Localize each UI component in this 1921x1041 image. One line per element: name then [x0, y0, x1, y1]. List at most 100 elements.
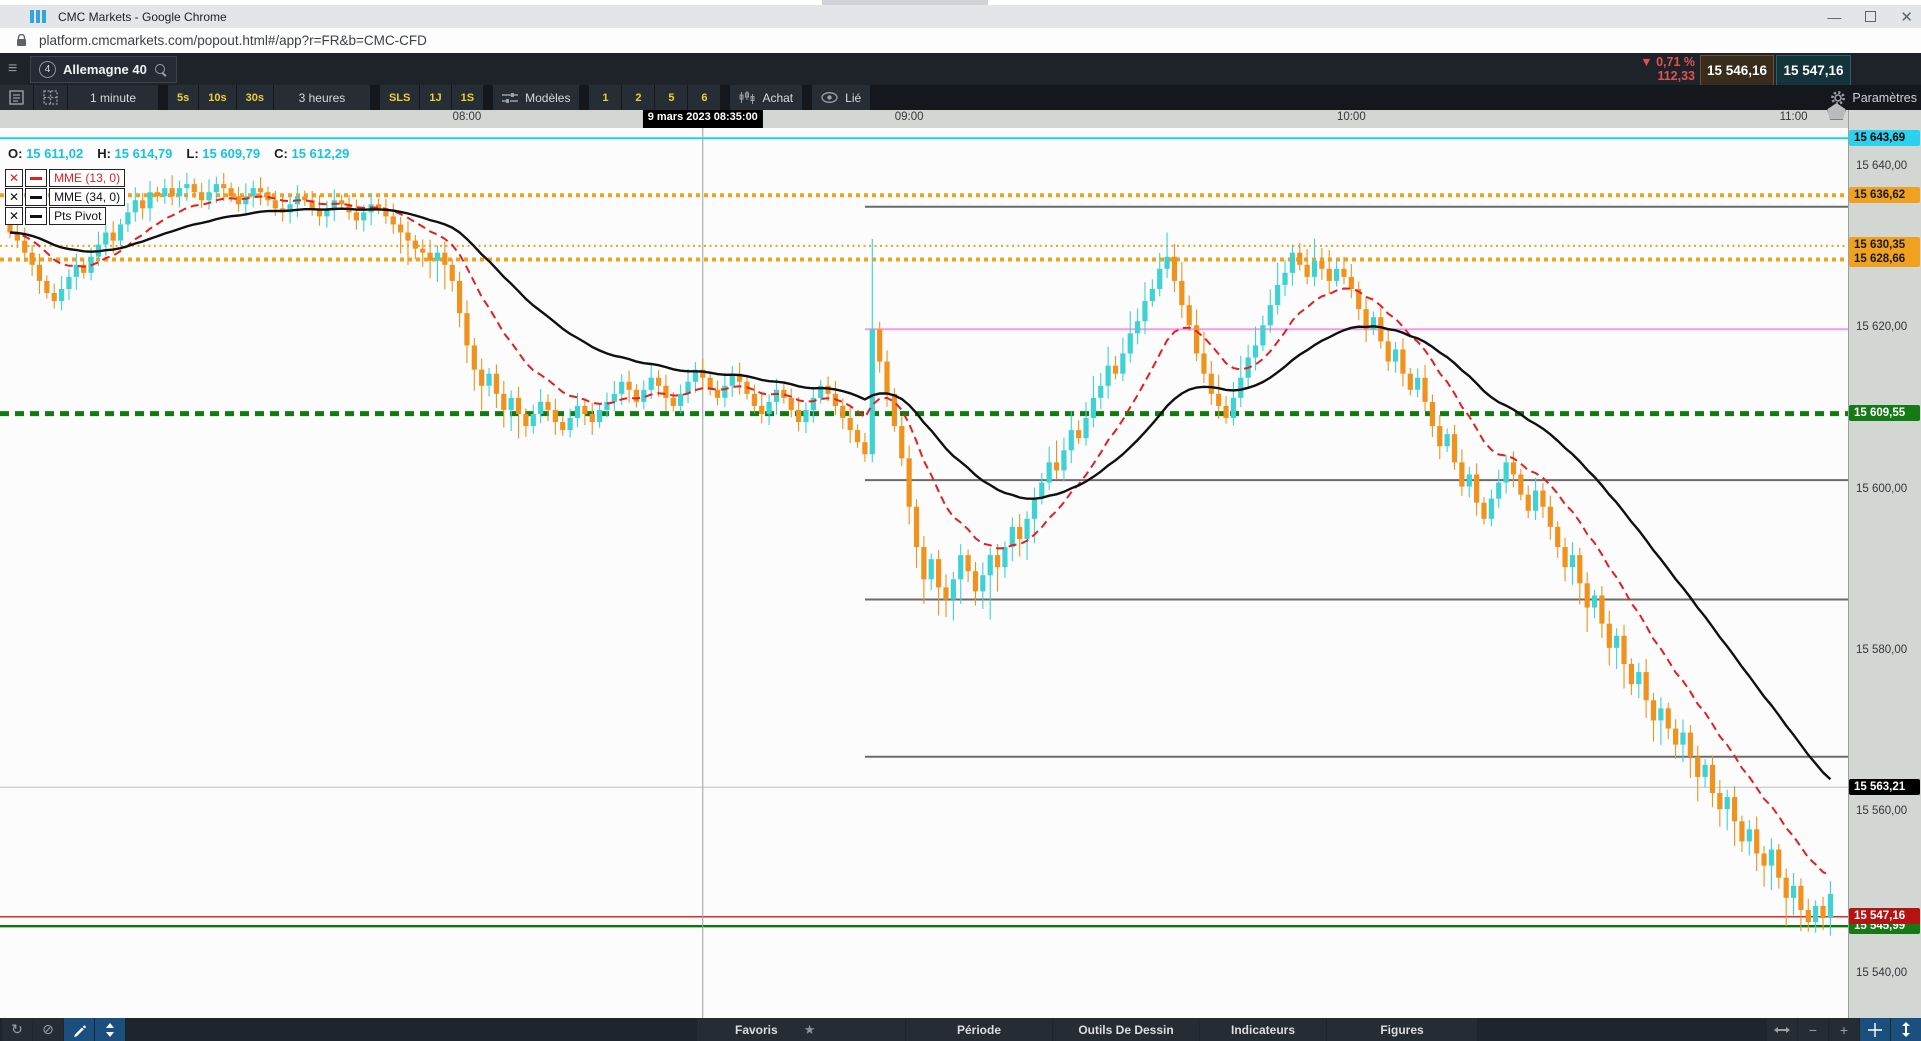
models-button[interactable]: Modèles: [493, 85, 580, 110]
indicator-label[interactable]: Pts Pivot: [49, 207, 107, 225]
time-tick-label: 10:00: [1336, 111, 1366, 123]
zoom-out-button[interactable]: −: [1798, 1018, 1828, 1041]
price-level-badge: 15 547,16: [1849, 908, 1920, 925]
browser-title-bar: CMC Markets - Google Chrome — ✕: [0, 5, 1921, 28]
draw-mode-button[interactable]: [64, 1018, 94, 1041]
disable-drawing-button[interactable]: ⊘: [33, 1018, 63, 1041]
time-tick-label: 09:00: [894, 111, 924, 123]
remove-indicator-button[interactable]: ✕: [5, 188, 24, 206]
price-tick-label: 15 560,00: [1856, 805, 1908, 818]
ohlc-readout: O: 15 611,02 H: 15 614,79 L: 15 609,79 C: 1…: [8, 146, 350, 161]
search-icon[interactable]: [154, 63, 168, 77]
candles-icon: [739, 91, 755, 104]
price-axis[interactable]: 15 640,00 15 620,00 15 600,00 15 580,00 15 5…: [1848, 110, 1921, 1018]
indicator-line-sample: [25, 169, 48, 187]
instrument-selector[interactable]: 4 Allemagne 40: [30, 56, 177, 83]
indicator-label[interactable]: MME (34, 0): [49, 188, 126, 206]
browser-address-bar[interactable]: platform.cmcmarkets.com/popout.html#/app…: [0, 28, 1921, 54]
price-level-badge: 15 609,55: [1849, 405, 1920, 422]
bottom-toolbar: ↻ ⊘ Favoris ★ Période Outils De Dessin In…: [0, 1018, 1921, 1041]
drawing-tools-button[interactable]: Outils De Dessin: [1053, 1018, 1199, 1041]
crosshair-mode-button[interactable]: [1860, 1018, 1890, 1041]
price-tick-label: 15 600,00: [1856, 482, 1908, 495]
model-5-button[interactable]: 5: [655, 85, 688, 110]
cmc-logo-icon: [30, 10, 46, 23]
crosshair-time-tooltip: 9 mars 2023 08:35:00: [642, 110, 763, 128]
app-window: CMC Markets - Google Chrome — ✕ platform…: [0, 0, 1921, 1041]
circle-slash-icon: ⊘: [42, 1021, 54, 1037]
triangle-down-icon: ▼: [1640, 55, 1653, 69]
favorites-button[interactable]: Favoris ★: [697, 1018, 905, 1041]
price-change: ▼ 0,71 % 112,33: [1640, 55, 1695, 83]
indicator-label[interactable]: MME (13, 0): [49, 169, 126, 187]
price-level-badge: 15 628,66: [1849, 250, 1920, 267]
reset-chart-button[interactable]: ↻: [2, 1018, 32, 1041]
sliders-icon: [502, 92, 519, 103]
horizontal-arrows-icon: [1774, 1026, 1790, 1033]
model-6-button[interactable]: 6: [688, 85, 721, 110]
up-down-arrows-icon: [106, 1022, 114, 1037]
linked-button[interactable]: Lié: [812, 85, 871, 110]
price-level-badge: 15 643,69: [1849, 129, 1920, 146]
interval-button[interactable]: 1 minute: [68, 85, 158, 110]
app-header: ≡ 4 Allemagne 40 ▼ 0,71 % 112,33 15 546,…: [0, 53, 1921, 99]
close-button[interactable]: ✕: [1900, 8, 1913, 26]
lock-icon: [17, 34, 26, 46]
time-tick-label: 11:00: [1779, 111, 1808, 123]
settings-button[interactable]: Paramètres: [1830, 85, 1917, 110]
plus-icon: +: [1839, 1021, 1849, 1038]
chart-toolbar: 1 minute 5s 10s 30s 3 heures SLS 1J 1S M…: [0, 85, 1921, 110]
window-title: CMC Markets - Google Chrome: [58, 9, 227, 24]
period-button[interactable]: Période: [906, 1018, 1052, 1041]
buy-price-button[interactable]: 15 547,16: [1776, 55, 1851, 86]
minus-icon: −: [1808, 1021, 1818, 1038]
remove-indicator-button[interactable]: ✕: [5, 169, 24, 187]
interval-5s-button[interactable]: 5s: [168, 85, 199, 110]
sell-price-button[interactable]: 15 546,16: [1700, 55, 1774, 86]
time-tick-label: 08:00: [452, 111, 482, 123]
grid-layout-icon[interactable]: [34, 85, 67, 110]
model-2-button[interactable]: 2: [622, 85, 655, 110]
price-chart[interactable]: O: 15 611,02 H: 15 614,79 L: 15 609,79 C: 1…: [0, 128, 1848, 1018]
crosshair-icon: [1868, 1022, 1882, 1037]
indicator-legend-pivot: ✕ Pts Pivot: [5, 207, 107, 225]
order-ticket-icon[interactable]: [0, 85, 33, 110]
indicator-line-sample: [25, 188, 48, 206]
time-axis[interactable]: 9 mars 2023 08:35:00 08:00 09:00 10:00 11:0…: [0, 103, 1848, 129]
price-tick-label: 15 540,00: [1856, 966, 1908, 979]
range-1s-button[interactable]: 1S: [451, 85, 484, 110]
gear-icon: [1831, 90, 1846, 105]
instrument-number-badge: 4: [39, 61, 56, 78]
pencil-icon: [74, 1024, 86, 1037]
price-tick-label: 15 640,00: [1856, 160, 1908, 172]
interval-10s-button[interactable]: 10s: [199, 85, 236, 110]
range-sls-button[interactable]: SLS: [379, 85, 420, 110]
price-tick-label: 15 580,00: [1856, 643, 1908, 656]
refresh-icon: ↻: [11, 1021, 23, 1037]
indicators-button[interactable]: Indicateurs: [1200, 1018, 1326, 1041]
menu-icon[interactable]: ≡: [8, 61, 28, 77]
sort-order-button[interactable]: [95, 1018, 125, 1041]
star-icon: ★: [803, 1021, 816, 1037]
fit-vertical-button[interactable]: [1891, 1018, 1921, 1041]
restore-button[interactable]: [1865, 11, 1877, 22]
indicator-legend-mme13: ✕ MME (13, 0): [5, 169, 126, 187]
price-tick-label: 15 620,00: [1856, 321, 1908, 334]
interval-30s-button[interactable]: 30s: [236, 85, 273, 110]
remove-indicator-button[interactable]: ✕: [5, 207, 24, 225]
candlestick-canvas[interactable]: [0, 128, 1848, 1018]
model-1-button[interactable]: 1: [589, 85, 622, 110]
pan-horizontal-button[interactable]: [1767, 1018, 1797, 1041]
eye-icon: [821, 92, 838, 103]
price-level-badge: 15 636,62: [1849, 186, 1920, 203]
instrument-name: Allemagne 40: [63, 62, 147, 77]
zoom-in-button[interactable]: +: [1829, 1018, 1859, 1041]
figures-button[interactable]: Figures: [1327, 1018, 1477, 1041]
price-level-badge: 15 563,21: [1849, 778, 1920, 795]
buy-mode-button[interactable]: Achat: [730, 85, 803, 110]
indicator-line-sample: [25, 207, 48, 225]
url-text: platform.cmcmarkets.com/popout.html#/app…: [39, 33, 427, 48]
range-button[interactable]: 3 heures: [273, 85, 370, 110]
minimize-button[interactable]: —: [1827, 10, 1841, 24]
range-1j-button[interactable]: 1J: [420, 85, 451, 110]
